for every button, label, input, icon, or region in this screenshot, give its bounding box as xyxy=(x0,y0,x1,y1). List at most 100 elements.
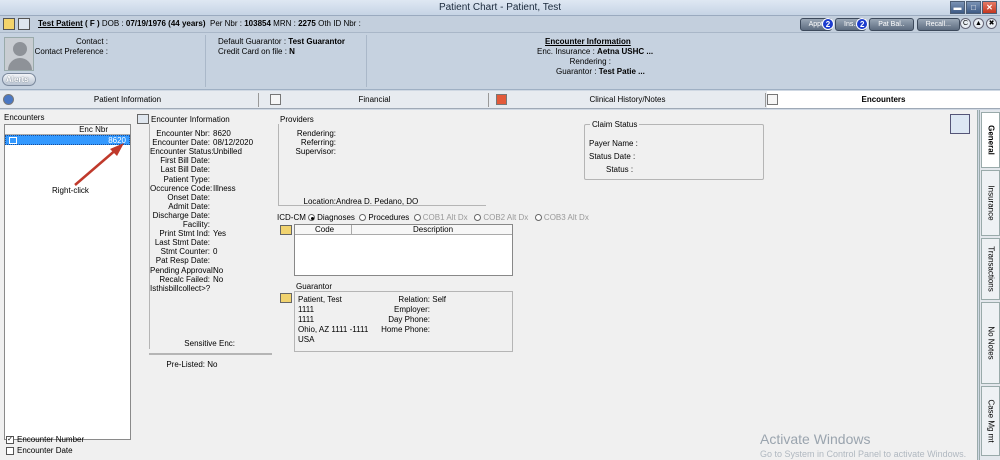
close-button[interactable]: ✕ xyxy=(982,1,997,14)
enc-field-label: Last Stmt Date: xyxy=(154,238,210,248)
enc-field-value: No xyxy=(213,274,224,284)
dob-value: 07/19/1976 (44 years) xyxy=(125,19,206,28)
enc-field-value: Illness xyxy=(213,183,236,193)
insurance-badge: 2 xyxy=(856,18,869,30)
open-folder-icon[interactable] xyxy=(280,225,292,235)
tab-label: Patient Information xyxy=(93,95,162,104)
pat-balance-button[interactable]: Pat Bal.. xyxy=(869,18,914,31)
guarantor-name: Patient, Test xyxy=(298,295,342,304)
recall-label: Recall... xyxy=(925,21,951,28)
guarantor-home-phone: Home Phone: xyxy=(381,325,430,334)
enc-field-row: Discharge Date: xyxy=(150,211,213,220)
recall-button[interactable]: Recall... xyxy=(916,18,960,31)
tab-clinical-history[interactable]: Clinical History/Notes xyxy=(490,91,765,108)
enc-field-row: Pat Resp Date: xyxy=(150,256,213,265)
enc-field-row: Print Stmt Ind: Yes xyxy=(150,229,226,238)
diagnosis-grid-header: Code Description xyxy=(295,225,512,235)
enc-nbr-column[interactable]: Enc Nbr xyxy=(5,125,130,135)
enc-field-label: Print Stmt Ind: xyxy=(159,229,210,239)
rendering-label: Rendering: xyxy=(296,129,336,138)
enc-field-label: Admit Date: xyxy=(168,201,210,211)
activate-windows-title: Activate Windows xyxy=(760,431,871,447)
code-column[interactable]: Code xyxy=(315,225,334,235)
patient-name-link[interactable]: Test Patient xyxy=(38,19,83,28)
encounter-detail-icon[interactable] xyxy=(137,114,149,124)
cob2-radio[interactable]: COB2 Alt Dx xyxy=(474,213,528,222)
enc-field-row: Facility: xyxy=(150,220,213,229)
cob1-radio[interactable]: COB1 Alt Dx xyxy=(413,213,468,222)
cob3-radio[interactable]: COB3 Alt Dx xyxy=(534,213,589,222)
tab-encounters[interactable]: Encounters xyxy=(767,91,1000,108)
enc-field-label: Discharge Date: xyxy=(152,210,210,220)
vtab-no-notes[interactable]: No Notes xyxy=(981,302,1000,384)
alerts-button[interactable]: Alerts xyxy=(2,73,36,86)
pre-listed: Pre-Listed: No xyxy=(166,360,218,369)
chart-icon[interactable] xyxy=(18,18,30,30)
activate-windows-subtitle: Go to System in Control Panel to activat… xyxy=(760,449,967,459)
vtab-case-mgmt[interactable]: Case Mg mt xyxy=(981,386,1000,456)
minimize-button[interactable]: ▬ xyxy=(950,1,965,14)
vtab-insurance[interactable]: Insurance xyxy=(981,170,1000,236)
enc-field-label: Pat Resp Date: xyxy=(155,256,210,266)
encounter-date-checkbox[interactable]: Encounter Date xyxy=(6,446,73,455)
enc-field-value: 08/12/2020 xyxy=(213,138,254,148)
status-label: Status : xyxy=(606,165,634,174)
providers-title: Providers xyxy=(280,115,314,124)
guarantor-addr1: 1111 xyxy=(298,305,315,314)
collapse-icon[interactable]: ▲ xyxy=(973,18,984,29)
enc-field-row: Encounter Date: 08/12/2020 xyxy=(150,138,253,147)
enc-field-row: Stmt Counter: 0 xyxy=(150,247,218,256)
location: Location:Andrea D. Pedano, DO xyxy=(303,197,419,206)
guarantor-city: Ohio, AZ 1111 -1111 xyxy=(298,325,369,334)
insurance-label: Ins.. xyxy=(844,21,858,28)
enc-insurance: Enc. Insurance : Aetna USHC ... xyxy=(537,47,654,56)
pat-balance-label: Pat Bal.. xyxy=(878,21,905,28)
enc-field-label: Facility: xyxy=(182,220,210,229)
guarantor-folder-icon[interactable] xyxy=(280,293,292,303)
tab-financial[interactable]: Financial xyxy=(262,91,487,108)
close-chart-icon[interactable]: ✖ xyxy=(986,18,997,29)
folder-icon[interactable] xyxy=(3,18,15,30)
mrn-label: MRN : xyxy=(273,19,296,28)
tab-patient-information[interactable]: Patient Information xyxy=(0,91,255,108)
appt-button[interactable]: Appt 2 xyxy=(799,18,834,31)
oth-id-label: Oth ID Nbr : xyxy=(318,19,361,28)
insurance-button[interactable]: Ins.. 2 xyxy=(835,18,869,31)
vtab-transactions[interactable]: Transactions xyxy=(981,238,1000,300)
tab-label: Encounters xyxy=(861,95,906,104)
icd-options: ICD-CM Diagnoses Procedures COB1 Alt Dx … xyxy=(277,213,589,222)
mrn-value: 2275 xyxy=(298,19,316,28)
description-column[interactable]: Description xyxy=(413,225,453,235)
enc-field-label: Patient Type: xyxy=(163,174,210,184)
icd-label: ICD-CM xyxy=(277,213,306,222)
enc-field-row: Pending Approval:No xyxy=(150,266,223,275)
maximize-button[interactable]: □ xyxy=(966,1,981,14)
procedures-radio[interactable]: Procedures xyxy=(359,213,409,222)
enc-field-label: Encounter Date: xyxy=(152,138,210,148)
chart-tabs: Patient Information Financial Clinical H… xyxy=(0,91,1000,109)
guarantor-day-phone: Day Phone: xyxy=(388,315,430,324)
refresh-icon[interactable]: C xyxy=(960,18,971,29)
enc-field-row: Isthisbillcollect>? xyxy=(150,284,213,293)
diagnosis-grid[interactable]: Code Description xyxy=(294,224,513,276)
patient-banner: Test Patient ( F ) DOB : 07/19/1976 (44 … xyxy=(0,16,1000,33)
enc-info-title: Encounter Information xyxy=(151,115,230,124)
encounter-number-checkbox[interactable]: ✓ Encounter Number xyxy=(6,435,84,444)
diagnoses-radio[interactable]: Diagnoses xyxy=(308,213,355,222)
encounter-summary-icon[interactable] xyxy=(950,114,970,134)
referring-label: Referring: xyxy=(300,138,336,147)
appt-label: Appt xyxy=(808,21,823,28)
enc-field-row: Patient Type: xyxy=(150,175,213,184)
guarantor-title: Guarantor xyxy=(296,282,333,291)
enc-field-label: Isthisbillcollect>? xyxy=(150,283,211,293)
enc-field-row: Occurence Code:Illness xyxy=(150,184,236,193)
vtab-general[interactable]: General xyxy=(981,112,1000,168)
enc-field-row: Onset Date: xyxy=(150,193,213,202)
enc-field-label: Pending Approval: xyxy=(150,265,215,275)
per-nbr-label: Per Nbr : xyxy=(209,19,242,28)
guarantor-relation: Relation: Self xyxy=(398,295,447,304)
enc-field-label: Recalc Failed: xyxy=(159,274,210,284)
enc-field-value: No xyxy=(213,265,224,275)
encounter-info-title[interactable]: Encounter Information xyxy=(545,37,631,46)
window-title: Patient Chart - Patient, Test xyxy=(438,2,562,13)
